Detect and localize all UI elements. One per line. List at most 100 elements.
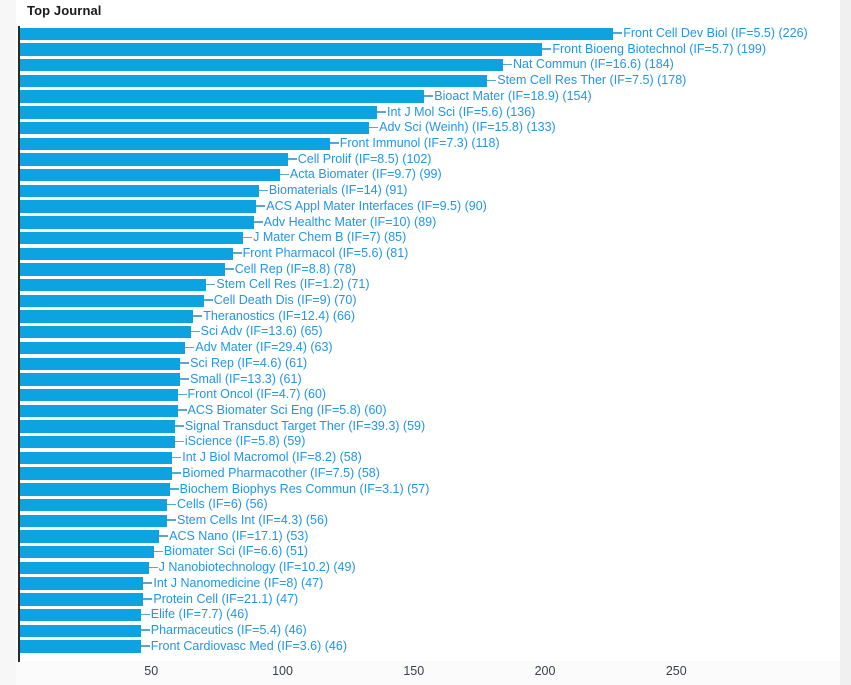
x-tick-label: 100	[272, 664, 293, 678]
bar[interactable]	[20, 530, 160, 543]
bar[interactable]	[20, 404, 178, 418]
bar-label: ACS Appl Mater Interfaces (IF=9.5) (90)	[256, 199, 487, 215]
leader-line-icon	[503, 63, 512, 66]
bar[interactable]	[20, 263, 225, 276]
x-axis: 50 100 150 200 250	[18, 661, 851, 685]
leader-line-icon	[172, 472, 182, 474]
bar[interactable]	[20, 216, 254, 229]
bar[interactable]	[20, 27, 614, 40]
bar[interactable]	[20, 90, 425, 103]
bar[interactable]	[20, 310, 194, 323]
bar-label: Adv Sci (Weinh) (IF=15.8) (133)	[369, 120, 556, 136]
bar-row[interactable]: Nat Commun (IF=16.6) (184)	[20, 57, 851, 73]
bar-row[interactable]: Pharmaceutics (IF=5.4) (46)	[20, 623, 851, 639]
bar[interactable]	[20, 247, 233, 260]
bar[interactable]	[20, 74, 488, 88]
bar-row[interactable]: J Nanobiotechnology (IF=10.2) (49)	[20, 560, 851, 576]
bar-row[interactable]: Protein Cell (IF=21.1) (47)	[20, 592, 851, 608]
bar[interactable]	[20, 43, 543, 56]
bar-label-text: Front Cardiovasc Med (IF=3.6) (46)	[150, 638, 347, 653]
bar[interactable]	[20, 498, 167, 512]
bar[interactable]	[20, 357, 181, 370]
bar-row[interactable]: iScience (IF=5.8) (59)	[20, 434, 851, 450]
bar[interactable]	[20, 561, 149, 575]
bar[interactable]	[20, 121, 370, 135]
leader-line-icon	[206, 283, 216, 286]
leader-line-icon	[177, 409, 187, 412]
bar[interactable]	[20, 294, 204, 308]
bar-row[interactable]: Biomater Sci (IF=6.6) (51)	[20, 544, 851, 560]
bar[interactable]	[20, 640, 141, 653]
bar-row[interactable]: Adv Healthc Mater (IF=10) (89)	[20, 215, 851, 231]
bar[interactable]	[20, 577, 144, 590]
bar-row[interactable]: Cell Death Dis (IF=9) (70)	[20, 293, 851, 309]
bar-row[interactable]: Biomed Pharmacother (IF=7.5) (58)	[20, 466, 851, 482]
bar-label-text: Front Oncol (IF=4.7) (60)	[187, 387, 327, 402]
bar[interactable]	[20, 546, 154, 559]
bar-row[interactable]: ACS Nano (IF=17.1) (53)	[20, 529, 851, 545]
bar[interactable]	[20, 593, 144, 606]
bar[interactable]	[20, 341, 186, 355]
bar[interactable]	[20, 624, 141, 637]
bar[interactable]	[20, 137, 330, 150]
bar-label: ACS Biomater Sci Eng (IF=5.8) (60)	[177, 403, 387, 419]
bar-row[interactable]: ACS Appl Mater Interfaces (IF=9.5) (90)	[20, 199, 851, 215]
bar-row[interactable]: Adv Mater (IF=29.4) (63)	[20, 340, 851, 356]
bar[interactable]	[20, 436, 175, 449]
bar-row[interactable]: Biomaterials (IF=14) (91)	[20, 183, 851, 199]
bar[interactable]	[20, 483, 170, 496]
bar-label: Cell Death Dis (IF=9) (70)	[203, 293, 357, 309]
bar-row[interactable]: Int J Biol Macromol (IF=8.2) (58)	[20, 450, 851, 466]
bar-row[interactable]: Bioact Mater (IF=18.9) (154)	[20, 89, 851, 105]
bar[interactable]	[20, 420, 175, 433]
leader-line-icon	[256, 205, 266, 207]
bar[interactable]	[20, 373, 181, 386]
bar[interactable]	[20, 608, 141, 622]
x-tick-label: 200	[534, 664, 556, 678]
bar-row[interactable]: Adv Sci (Weinh) (IF=15.8) (133)	[20, 120, 851, 136]
bar-row[interactable]: Front Cell Dev Biol (IF=5.5) (226)	[20, 26, 851, 42]
bar-row[interactable]: Cell Rep (IF=8.8) (78)	[20, 262, 851, 278]
bar-label: Signal Transduct Target Ther (IF=39.3) (…	[174, 419, 425, 435]
bar-row[interactable]: Front Pharmacol (IF=5.6) (81)	[20, 246, 851, 262]
bar-row[interactable]: ACS Biomater Sci Eng (IF=5.8) (60)	[20, 403, 851, 419]
bar[interactable]	[20, 200, 257, 213]
bar-row[interactable]: Small (IF=13.3) (61)	[20, 372, 851, 388]
bar[interactable]	[20, 326, 191, 339]
bar[interactable]	[20, 278, 207, 292]
bar[interactable]	[20, 451, 173, 465]
bar-row[interactable]: Biochem Biophys Res Commun (IF=3.1) (57)	[20, 482, 851, 498]
bar-row[interactable]: Stem Cells Int (IF=4.3) (56)	[20, 513, 851, 529]
bar-label-text: Front Cell Dev Biol (IF=5.5) (226)	[623, 26, 808, 40]
leader-line-icon	[140, 629, 150, 631]
bar-row[interactable]: J Mater Chem B (IF=7) (85)	[20, 230, 851, 246]
bar-row[interactable]: Front Immunol (IF=7.3) (118)	[20, 136, 851, 152]
bar-row[interactable]: Stem Cell Res (IF=1.2) (71)	[20, 277, 851, 293]
bar-row[interactable]: Int J Nanomedicine (IF=8) (47)	[20, 576, 851, 592]
bar-row[interactable]: Sci Adv (IF=13.6) (65)	[20, 324, 851, 340]
bar[interactable]	[20, 388, 178, 402]
bar-row[interactable]: Front Bioeng Biotechnol (IF=5.7) (199)	[20, 42, 851, 58]
bar-row[interactable]: Elife (IF=7.7) (46)	[20, 607, 851, 623]
bar-row[interactable]: Acta Biomater (IF=9.7) (99)	[20, 167, 851, 183]
bar-row[interactable]: Stem Cell Res Ther (IF=7.5) (178)	[20, 73, 851, 89]
bar[interactable]	[20, 514, 167, 527]
bar-row[interactable]: Sci Rep (IF=4.6) (61)	[20, 356, 851, 372]
bar[interactable]	[20, 106, 377, 119]
bar-row[interactable]: Int J Mol Sci (IF=5.6) (136)	[20, 105, 851, 121]
bar[interactable]	[20, 231, 244, 245]
bar-label: Theranostics (IF=12.4) (66)	[193, 309, 355, 325]
bar-row[interactable]: Front Oncol (IF=4.7) (60)	[20, 387, 851, 403]
bar-row[interactable]: Theranostics (IF=12.4) (66)	[20, 309, 851, 325]
bar-label-text: Biochem Biophys Res Commun (IF=3.1) (57)	[179, 481, 430, 496]
bar[interactable]	[20, 168, 280, 182]
bar-row[interactable]: Cells (IF=6) (56)	[20, 497, 851, 513]
bar[interactable]	[20, 467, 173, 480]
bar[interactable]	[20, 184, 259, 198]
bar-row[interactable]: Signal Transduct Target Ther (IF=39.3) (…	[20, 419, 851, 435]
bar-row[interactable]: Front Cardiovasc Med (IF=3.6) (46)	[20, 639, 851, 655]
bar-row[interactable]: Cell Prolif (IF=8.5) (102)	[20, 152, 851, 168]
leader-line-icon	[258, 189, 268, 192]
bar[interactable]	[20, 59, 503, 72]
bar[interactable]	[20, 153, 288, 166]
